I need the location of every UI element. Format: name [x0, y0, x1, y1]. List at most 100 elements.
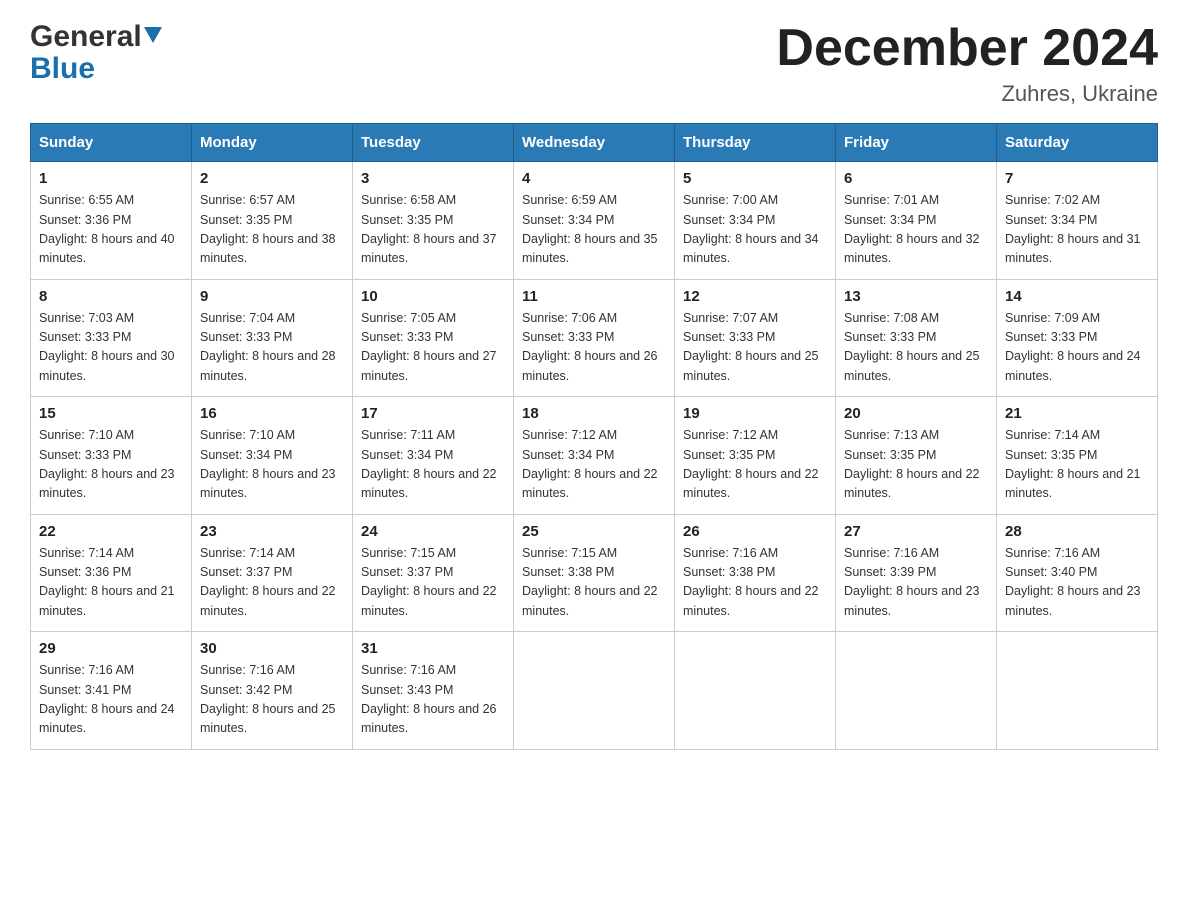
table-cell: 15Sunrise: 7:10 AMSunset: 3:33 PMDayligh… — [31, 397, 192, 515]
table-cell: 20Sunrise: 7:13 AMSunset: 3:35 PMDayligh… — [836, 397, 997, 515]
day-number: 26 — [683, 523, 827, 540]
day-number: 5 — [683, 170, 827, 187]
day-info: Sunrise: 7:16 AMSunset: 3:41 PMDaylight:… — [39, 661, 183, 739]
day-info: Sunrise: 6:55 AMSunset: 3:36 PMDaylight:… — [39, 191, 183, 269]
day-number: 29 — [39, 640, 183, 657]
table-cell: 30 Sunrise: 7:16 AMSunset: 3:42 PMDayligh… — [192, 632, 353, 750]
day-info: Sunrise: 7:16 AMSunset: 3:43 PMDaylight:… — [361, 661, 505, 739]
table-cell: 1 Sunrise: 6:55 AMSunset: 3:36 PMDaylight… — [31, 162, 192, 280]
table-cell: 12Sunrise: 7:07 AMSunset: 3:33 PMDayligh… — [675, 279, 836, 397]
table-cell — [675, 632, 836, 750]
day-info: Sunrise: 6:59 AMSunset: 3:34 PMDaylight:… — [522, 191, 666, 269]
day-number: 25 — [522, 523, 666, 540]
calendar-header-row: Sunday Monday Tuesday Wednesday Thursday… — [31, 124, 1158, 162]
day-info: Sunrise: 7:14 AMSunset: 3:37 PMDaylight:… — [200, 544, 344, 622]
table-cell: 24 Sunrise: 7:15 AMSunset: 3:37 PMDayligh… — [353, 514, 514, 632]
location-text: Zuhres, Ukraine — [776, 81, 1158, 107]
calendar-week-1: 1 Sunrise: 6:55 AMSunset: 3:36 PMDaylight… — [31, 162, 1158, 280]
day-number: 16 — [200, 405, 344, 422]
day-info: Sunrise: 7:14 AMSunset: 3:35 PMDaylight:… — [1005, 426, 1149, 504]
day-info: Sunrise: 7:02 AMSunset: 3:34 PMDaylight:… — [1005, 191, 1149, 269]
table-cell: 16 Sunrise: 7:10 AMSunset: 3:34 PMDayligh… — [192, 397, 353, 515]
col-sunday: Sunday — [31, 124, 192, 162]
day-info: Sunrise: 7:03 AMSunset: 3:33 PMDaylight:… — [39, 309, 183, 387]
day-info: Sunrise: 7:14 AMSunset: 3:36 PMDaylight:… — [39, 544, 183, 622]
day-number: 4 — [522, 170, 666, 187]
calendar-table: Sunday Monday Tuesday Wednesday Thursday… — [30, 123, 1158, 750]
table-cell: 2 Sunrise: 6:57 AMSunset: 3:35 PMDaylight… — [192, 162, 353, 280]
day-info: Sunrise: 7:15 AMSunset: 3:38 PMDaylight:… — [522, 544, 666, 622]
day-info: Sunrise: 7:06 AMSunset: 3:33 PMDaylight:… — [522, 309, 666, 387]
day-number: 27 — [844, 523, 988, 540]
day-number: 11 — [522, 288, 666, 305]
day-number: 2 — [200, 170, 344, 187]
table-cell: 14 Sunrise: 7:09 AMSunset: 3:33 PMDayligh… — [997, 279, 1158, 397]
day-number: 18 — [522, 405, 666, 422]
col-wednesday: Wednesday — [514, 124, 675, 162]
logo-triangle-icon — [144, 27, 162, 48]
page-header: General Blue December 2024 Zuhres, Ukrai… — [30, 20, 1158, 107]
table-cell — [514, 632, 675, 750]
day-number: 14 — [1005, 288, 1149, 305]
calendar-week-2: 8 Sunrise: 7:03 AMSunset: 3:33 PMDaylight… — [31, 279, 1158, 397]
day-number: 24 — [361, 523, 505, 540]
table-cell — [997, 632, 1158, 750]
day-info: Sunrise: 7:10 AMSunset: 3:33 PMDaylight:… — [39, 426, 183, 504]
col-saturday: Saturday — [997, 124, 1158, 162]
table-cell: 28 Sunrise: 7:16 AMSunset: 3:40 PMDayligh… — [997, 514, 1158, 632]
calendar-week-5: 29 Sunrise: 7:16 AMSunset: 3:41 PMDayligh… — [31, 632, 1158, 750]
day-number: 6 — [844, 170, 988, 187]
table-cell: 23 Sunrise: 7:14 AMSunset: 3:37 PMDayligh… — [192, 514, 353, 632]
table-cell: 8 Sunrise: 7:03 AMSunset: 3:33 PMDaylight… — [31, 279, 192, 397]
day-number: 9 — [200, 288, 344, 305]
day-number: 7 — [1005, 170, 1149, 187]
table-cell — [836, 632, 997, 750]
day-number: 22 — [39, 523, 183, 540]
day-info: Sunrise: 7:10 AMSunset: 3:34 PMDaylight:… — [200, 426, 344, 504]
col-thursday: Thursday — [675, 124, 836, 162]
day-number: 1 — [39, 170, 183, 187]
table-cell: 29 Sunrise: 7:16 AMSunset: 3:41 PMDayligh… — [31, 632, 192, 750]
day-info: Sunrise: 7:12 AMSunset: 3:34 PMDaylight:… — [522, 426, 666, 504]
logo-text: General — [30, 20, 162, 54]
table-cell: 11 Sunrise: 7:06 AMSunset: 3:33 PMDayligh… — [514, 279, 675, 397]
month-title: December 2024 — [776, 20, 1158, 77]
table-cell: 6Sunrise: 7:01 AMSunset: 3:34 PMDaylight… — [836, 162, 997, 280]
day-number: 31 — [361, 640, 505, 657]
day-number: 8 — [39, 288, 183, 305]
table-cell: 17Sunrise: 7:11 AMSunset: 3:34 PMDayligh… — [353, 397, 514, 515]
table-cell: 5 Sunrise: 7:00 AMSunset: 3:34 PMDaylight… — [675, 162, 836, 280]
table-cell: 13 Sunrise: 7:08 AMSunset: 3:33 PMDayligh… — [836, 279, 997, 397]
day-info: Sunrise: 7:08 AMSunset: 3:33 PMDaylight:… — [844, 309, 988, 387]
table-cell: 3Sunrise: 6:58 AMSunset: 3:35 PMDaylight… — [353, 162, 514, 280]
day-number: 20 — [844, 405, 988, 422]
day-number: 13 — [844, 288, 988, 305]
day-number: 30 — [200, 640, 344, 657]
day-info: Sunrise: 7:16 AMSunset: 3:40 PMDaylight:… — [1005, 544, 1149, 622]
logo-blue-text: Blue — [30, 52, 95, 86]
day-info: Sunrise: 7:09 AMSunset: 3:33 PMDaylight:… — [1005, 309, 1149, 387]
col-monday: Monday — [192, 124, 353, 162]
day-info: Sunrise: 7:05 AMSunset: 3:33 PMDaylight:… — [361, 309, 505, 387]
table-cell: 7 Sunrise: 7:02 AMSunset: 3:34 PMDaylight… — [997, 162, 1158, 280]
day-number: 17 — [361, 405, 505, 422]
table-cell: 9 Sunrise: 7:04 AMSunset: 3:33 PMDaylight… — [192, 279, 353, 397]
col-friday: Friday — [836, 124, 997, 162]
day-info: Sunrise: 7:16 AMSunset: 3:42 PMDaylight:… — [200, 661, 344, 739]
day-info: Sunrise: 7:04 AMSunset: 3:33 PMDaylight:… — [200, 309, 344, 387]
logo: General Blue — [30, 20, 162, 86]
day-number: 28 — [1005, 523, 1149, 540]
day-number: 23 — [200, 523, 344, 540]
col-tuesday: Tuesday — [353, 124, 514, 162]
day-info: Sunrise: 6:58 AMSunset: 3:35 PMDaylight:… — [361, 191, 505, 269]
day-info: Sunrise: 7:00 AMSunset: 3:34 PMDaylight:… — [683, 191, 827, 269]
table-cell: 19Sunrise: 7:12 AMSunset: 3:35 PMDayligh… — [675, 397, 836, 515]
day-info: Sunrise: 7:15 AMSunset: 3:37 PMDaylight:… — [361, 544, 505, 622]
table-cell: 4 Sunrise: 6:59 AMSunset: 3:34 PMDaylight… — [514, 162, 675, 280]
logo-general-text: General — [30, 20, 142, 54]
table-cell: 27Sunrise: 7:16 AMSunset: 3:39 PMDayligh… — [836, 514, 997, 632]
day-info: Sunrise: 6:57 AMSunset: 3:35 PMDaylight:… — [200, 191, 344, 269]
day-number: 10 — [361, 288, 505, 305]
calendar-week-3: 15Sunrise: 7:10 AMSunset: 3:33 PMDayligh… — [31, 397, 1158, 515]
day-number: 12 — [683, 288, 827, 305]
